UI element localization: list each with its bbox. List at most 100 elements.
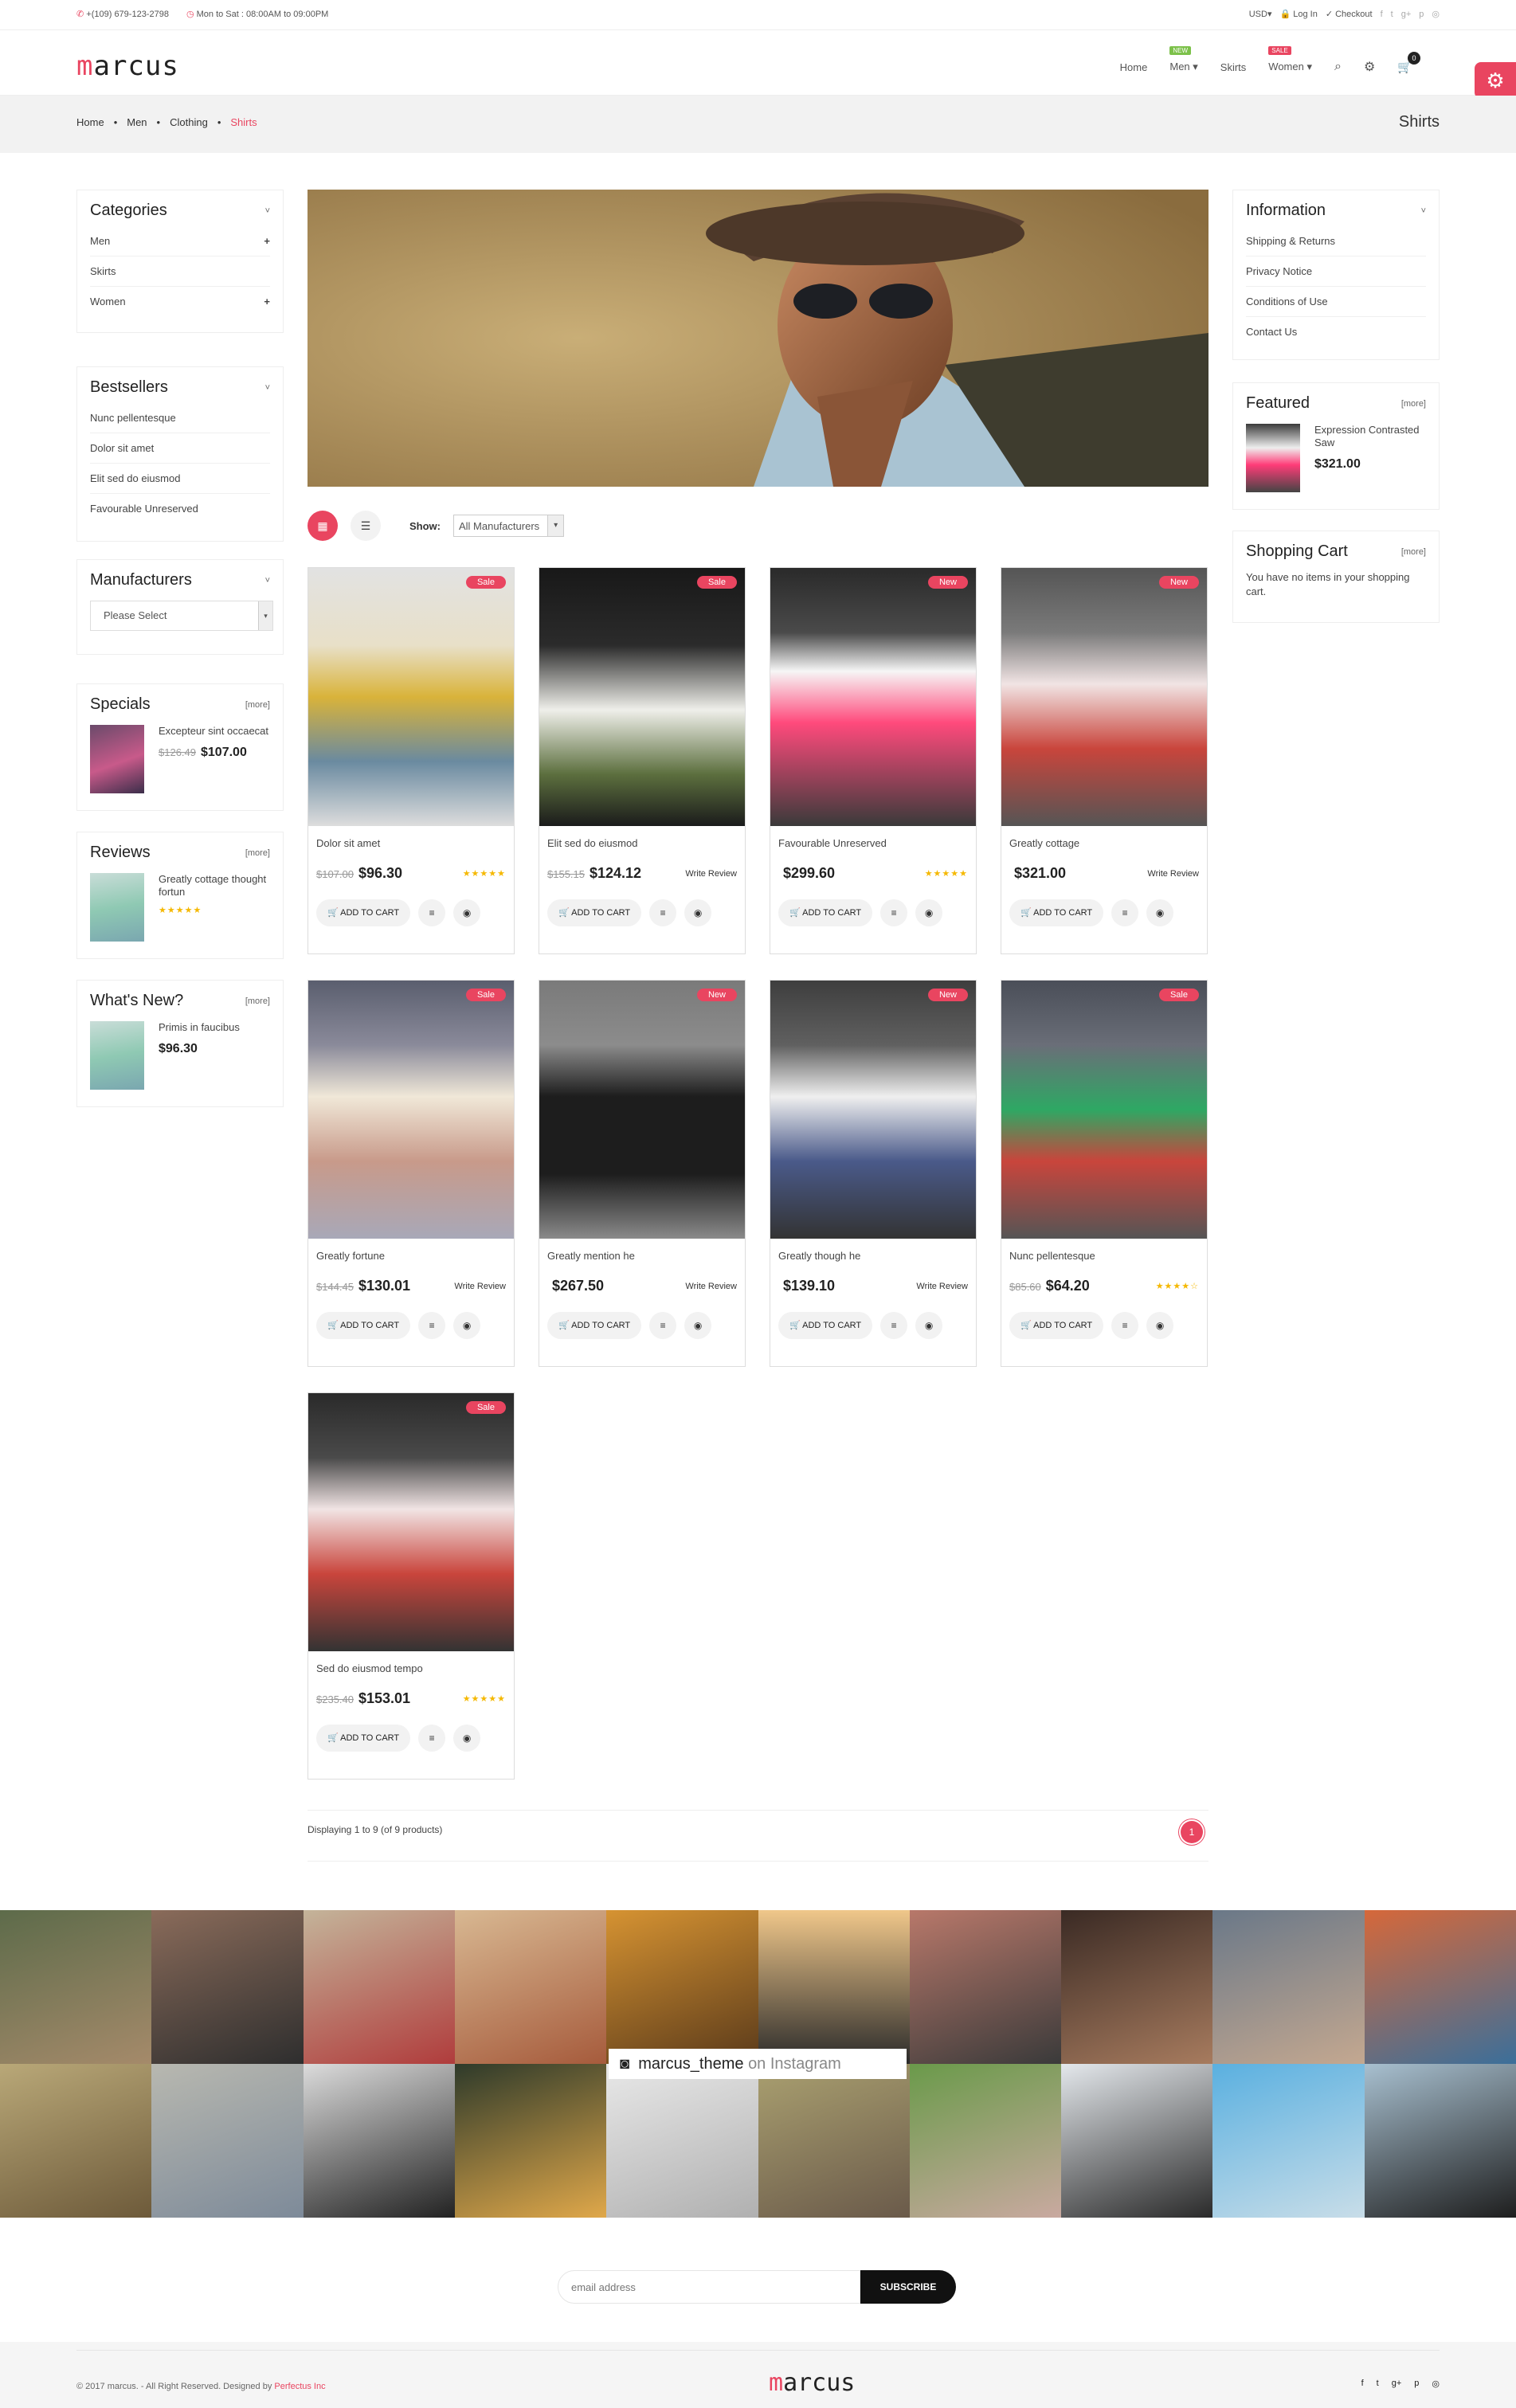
list-view-icon[interactable]: ☰ bbox=[351, 511, 381, 541]
reviews-more-link[interactable]: [more] bbox=[245, 848, 270, 858]
breadcrumb-men[interactable]: Men bbox=[127, 116, 147, 128]
product-image[interactable]: Sale bbox=[1001, 981, 1207, 1239]
quick-view-eye-icon[interactable]: ◉ bbox=[684, 899, 712, 926]
twitter-icon[interactable]: t bbox=[1377, 2379, 1379, 2389]
top-social-facebook[interactable]: f bbox=[1381, 10, 1383, 19]
breadcrumb-home[interactable]: Home bbox=[76, 116, 104, 128]
manufacturer-select[interactable]: Please Select ▾ bbox=[90, 601, 273, 631]
categories-heading[interactable]: Categories ˅ bbox=[77, 190, 283, 226]
instagram-photo[interactable] bbox=[1364, 1910, 1516, 2064]
quick-view-eye-icon[interactable]: ◉ bbox=[453, 1312, 481, 1339]
instagram-photo[interactable] bbox=[1212, 2064, 1365, 2218]
instagram-photo[interactable] bbox=[151, 1910, 304, 2064]
compare-icon[interactable]: ≡ bbox=[649, 1312, 677, 1339]
instagram-photo[interactable] bbox=[0, 2064, 152, 2218]
instagram-photo[interactable] bbox=[909, 1910, 1062, 2064]
compare-icon[interactable]: ≡ bbox=[418, 899, 446, 926]
add-to-cart-button[interactable]: 🛒 ADD TO CART bbox=[316, 1312, 411, 1339]
cart-icon[interactable]: 🛒 0 bbox=[1397, 52, 1420, 74]
instagram-photo[interactable] bbox=[606, 2064, 758, 2218]
specials-product[interactable]: Excepteur sint occaecat $126.49 $107.00 bbox=[77, 720, 283, 806]
compare-icon[interactable]: ≡ bbox=[880, 1312, 908, 1339]
instagram-photo[interactable] bbox=[303, 2064, 455, 2218]
add-to-cart-button[interactable]: 🛒 ADD TO CART bbox=[1009, 1312, 1104, 1339]
expand-plus-icon[interactable]: + bbox=[264, 235, 270, 247]
designer-link[interactable]: Perfectus Inc bbox=[274, 2382, 325, 2391]
product-card[interactable]: New Greatly mention he $267.50 Write Review… bbox=[539, 980, 746, 1367]
newsletter-email-input[interactable] bbox=[558, 2270, 860, 2304]
product-name[interactable]: Elit sed do eiusmod bbox=[539, 826, 745, 849]
product-image[interactable]: Sale bbox=[308, 1393, 514, 1651]
nav-skirts[interactable]: Skirts bbox=[1220, 61, 1247, 73]
quick-view-eye-icon[interactable]: ◉ bbox=[684, 1312, 712, 1339]
write-review-link[interactable]: Write Review bbox=[685, 869, 737, 879]
pagination-page-1[interactable]: 1 bbox=[1181, 1821, 1203, 1843]
write-review-link[interactable]: Write Review bbox=[454, 1282, 506, 1291]
instagram-photo[interactable] bbox=[1061, 2064, 1213, 2218]
information-heading[interactable]: Information ˅ bbox=[1233, 190, 1439, 226]
settings-gear-icon[interactable]: ⚙ bbox=[1364, 59, 1375, 75]
top-social-google[interactable]: g+ bbox=[1401, 10, 1412, 19]
product-card[interactable]: Sale Nunc pellentesque $85.60 $64.20 ★★★★☆ 🛒 … bbox=[1001, 980, 1208, 1367]
compare-icon[interactable]: ≡ bbox=[418, 1312, 446, 1339]
instagram-photo[interactable] bbox=[0, 1910, 152, 2064]
site-logo[interactable]: marcus bbox=[76, 50, 179, 82]
checkout-link[interactable]: ✓ Checkout bbox=[1326, 9, 1373, 19]
category-item-skirts[interactable]: Skirts bbox=[90, 256, 270, 287]
cart-more-link[interactable]: [more] bbox=[1401, 547, 1426, 557]
nav-men[interactable]: NEW Men ▾ bbox=[1169, 46, 1198, 73]
instagram-photo[interactable] bbox=[758, 2064, 910, 2218]
add-to-cart-button[interactable]: 🛒 ADD TO CART bbox=[778, 1312, 873, 1339]
product-name[interactable]: Greatly cottage bbox=[1001, 826, 1207, 849]
add-to-cart-button[interactable]: 🛒 ADD TO CART bbox=[778, 899, 873, 926]
product-name[interactable]: Greatly mention he bbox=[539, 1239, 745, 1262]
featured-more-link[interactable]: [more] bbox=[1401, 399, 1426, 409]
product-card[interactable]: Sale Dolor sit amet $107.00 $96.30 ★★★★★ 🛒 AD… bbox=[308, 567, 515, 954]
expand-plus-icon[interactable]: + bbox=[264, 296, 270, 307]
instagram-photo[interactable] bbox=[606, 1910, 758, 2064]
instagram-photo[interactable] bbox=[1364, 2064, 1516, 2218]
quick-view-eye-icon[interactable]: ◉ bbox=[453, 1725, 481, 1752]
compare-icon[interactable]: ≡ bbox=[418, 1725, 446, 1752]
instagram-photo[interactable] bbox=[303, 1910, 455, 2064]
grid-view-icon[interactable]: ▦ bbox=[308, 511, 338, 541]
product-image[interactable]: New bbox=[770, 568, 976, 826]
product-name[interactable]: Greatly fortune bbox=[308, 1239, 514, 1262]
add-to-cart-button[interactable]: 🛒 ADD TO CART bbox=[316, 899, 411, 926]
bestseller-item[interactable]: Dolor sit amet bbox=[90, 433, 270, 464]
specials-more-link[interactable]: [more] bbox=[245, 700, 270, 710]
manufacturers-heading[interactable]: Manufacturers ˅ bbox=[77, 560, 283, 596]
pinterest-icon[interactable]: p bbox=[1414, 2379, 1419, 2389]
top-social-pinterest[interactable]: p bbox=[1419, 10, 1424, 19]
nav-women[interactable]: SALE Women ▾ bbox=[1268, 46, 1312, 73]
footer-logo[interactable]: marcus bbox=[769, 2369, 855, 2397]
add-to-cart-button[interactable]: 🛒 ADD TO CART bbox=[1009, 899, 1104, 926]
add-to-cart-button[interactable]: 🛒 ADD TO CART bbox=[316, 1725, 411, 1752]
instagram-label[interactable]: ◙ marcus_theme on Instagram bbox=[609, 2049, 907, 2079]
info-link[interactable]: Contact Us bbox=[1246, 317, 1426, 347]
add-to-cart-button[interactable]: 🛒 ADD TO CART bbox=[547, 899, 642, 926]
product-name[interactable]: Greatly though he bbox=[770, 1239, 976, 1262]
quick-view-eye-icon[interactable]: ◉ bbox=[453, 899, 481, 926]
instagram-photo[interactable] bbox=[1061, 1910, 1213, 2064]
instagram-photo[interactable] bbox=[758, 1910, 910, 2064]
product-card[interactable]: New Greatly cottage $321.00 Write Review 🛒 A… bbox=[1001, 567, 1208, 954]
product-name[interactable]: Dolor sit amet bbox=[308, 826, 514, 849]
product-image[interactable]: Sale bbox=[308, 981, 514, 1239]
top-social-instagram[interactable]: ◎ bbox=[1432, 9, 1440, 19]
whats-new-product[interactable]: Primis in faucibus $96.30 bbox=[77, 1016, 283, 1102]
write-review-link[interactable]: Write Review bbox=[916, 1282, 968, 1291]
category-item-women[interactable]: Women + bbox=[90, 287, 270, 316]
product-image[interactable]: Sale bbox=[539, 568, 745, 826]
instagram-photo[interactable] bbox=[1212, 1910, 1365, 2064]
facebook-icon[interactable]: f bbox=[1361, 2379, 1364, 2389]
info-link[interactable]: Shipping & Returns bbox=[1246, 226, 1426, 256]
quick-view-eye-icon[interactable]: ◉ bbox=[915, 1312, 943, 1339]
bestseller-item[interactable]: Favourable Unreserved bbox=[90, 494, 270, 523]
instagram-photo[interactable] bbox=[454, 2064, 607, 2218]
product-image[interactable]: Sale bbox=[308, 568, 514, 826]
write-review-link[interactable]: Write Review bbox=[685, 1282, 737, 1291]
info-link[interactable]: Conditions of Use bbox=[1246, 287, 1426, 317]
whats-new-more-link[interactable]: [more] bbox=[245, 996, 270, 1006]
product-card[interactable]: Sale Elit sed do eiusmod $155.15 $124.12 Wri… bbox=[539, 567, 746, 954]
